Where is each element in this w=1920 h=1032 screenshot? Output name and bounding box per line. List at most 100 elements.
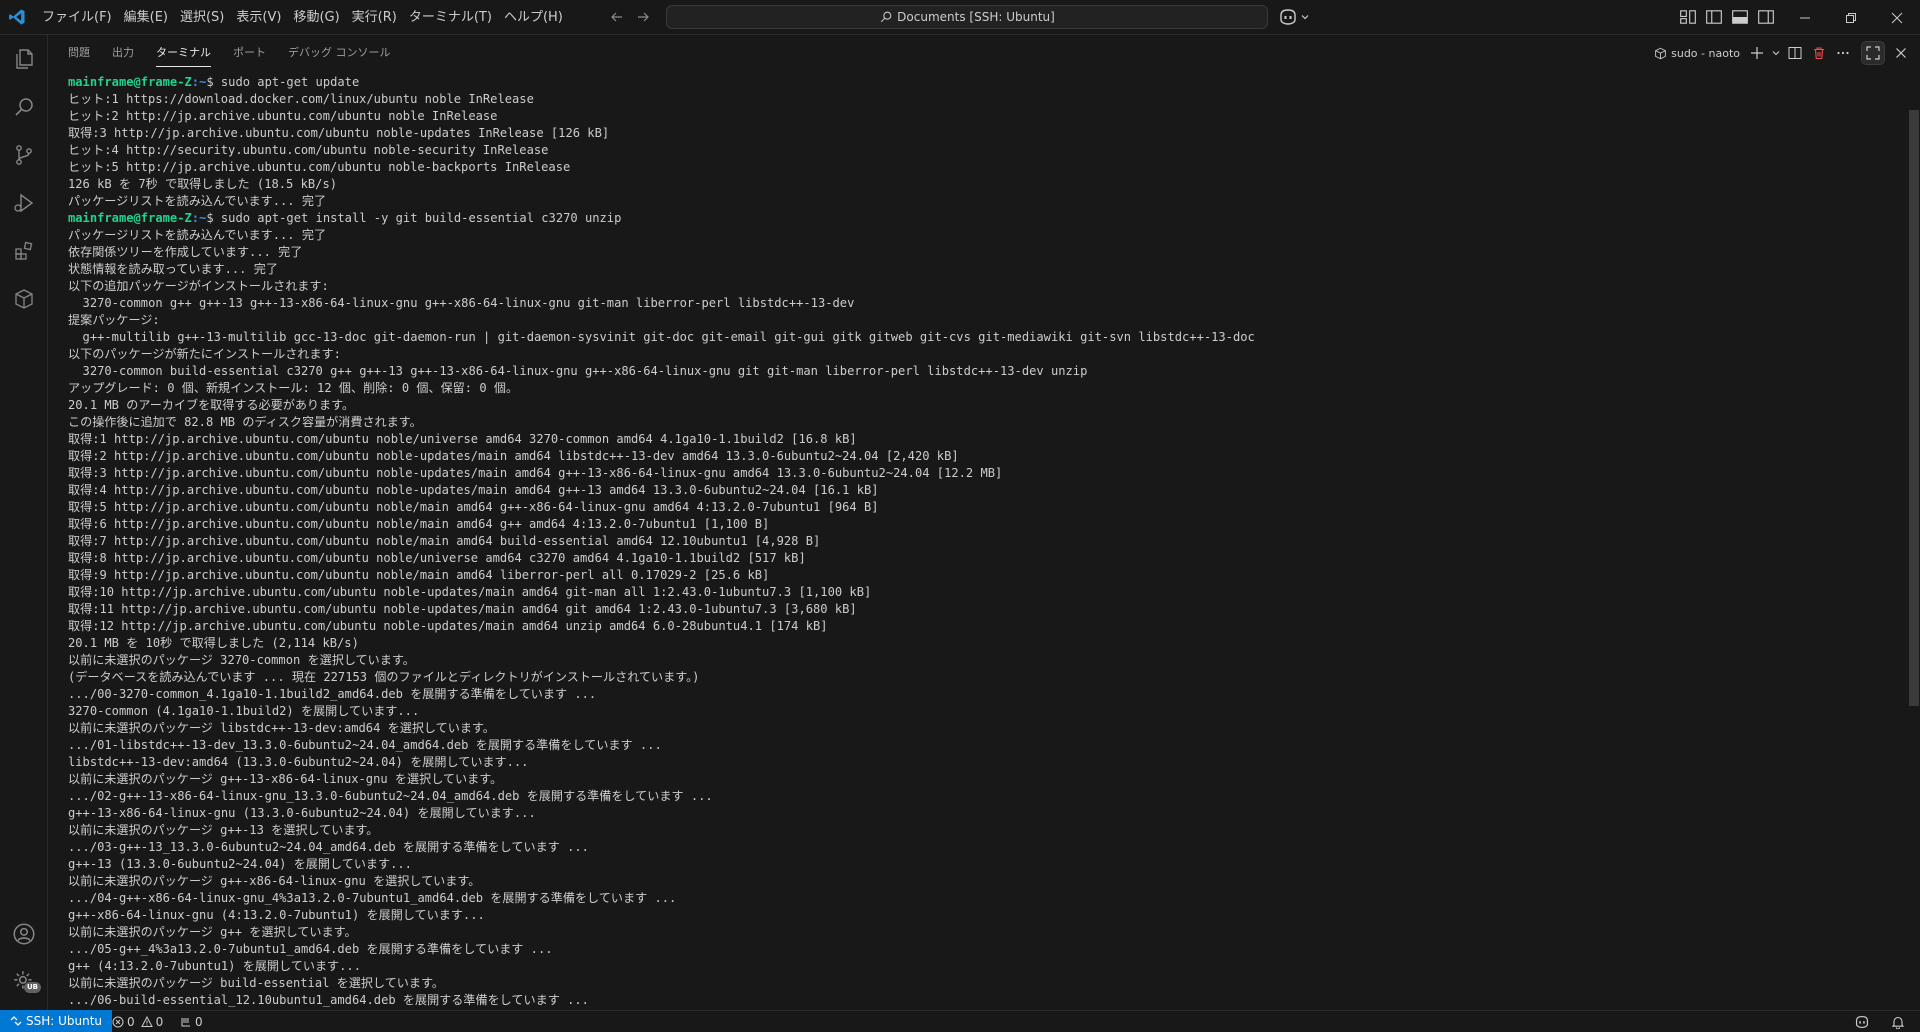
warning-icon [140,1015,153,1027]
copilot-icon [1280,9,1296,25]
toggle-panel-icon[interactable] [1731,8,1749,26]
run-debug-icon [14,193,34,213]
terminal-instance-selector[interactable]: sudo - naoto [1650,42,1744,64]
menu-help[interactable]: ヘルプ(H) [498,6,569,30]
terminal-line: この操作後に追加で 82.8 MB のディスク容量が消費されます。 [68,415,422,429]
new-terminal-button[interactable] [1746,42,1768,64]
warning-count: 0 [155,1014,164,1029]
restore-button[interactable] [1828,0,1874,35]
prompt-user: mainframe@frame-Z [68,211,192,225]
tab-debug-console[interactable]: デバッグ コンソール [288,42,391,64]
terminal-line: 取得:3 http://jp.archive.ubuntu.com/ubuntu… [68,126,610,140]
problems-status[interactable]: 0 0 [112,1011,163,1032]
terminal-line: ヒット:5 http://jp.archive.ubuntu.com/ubunt… [68,160,571,174]
more-actions-button[interactable] [1832,42,1854,64]
menu-file[interactable]: ファイル(F) [36,6,118,30]
prompt-user: mainframe@frame-Z [68,75,192,89]
back-arrow-icon[interactable] [609,9,625,25]
minimize-button[interactable] [1782,0,1828,35]
ports-status[interactable]: 0 [180,1011,203,1032]
terminal-scrollbar[interactable] [1906,76,1920,1010]
terminal-line: 取得:2 http://jp.archive.ubuntu.com/ubuntu… [68,449,959,463]
account-badge: UB [24,982,42,993]
copilot-status[interactable] [1854,1011,1870,1032]
terminal-line: 以下の追加パッケージがインストールされます: [68,279,329,293]
scrollbar-thumb[interactable] [1909,110,1919,706]
prompt-command: $ sudo apt-get install -y git build-esse… [206,211,622,225]
terminal-line: 以前に未選択のパッケージ libstdc++-13-dev:amd64 を選択し… [68,721,495,735]
terminal-line: ヒット:2 http://jp.archive.ubuntu.com/ubunt… [68,109,498,123]
forward-arrow-icon[interactable] [635,9,651,25]
close-window-button[interactable] [1874,0,1920,35]
terminal-line: 以前に未選択のパッケージ g++-13-x86-64-linux-gnu を選択… [68,772,503,786]
menu-go[interactable]: 移動(G) [287,6,345,30]
terminal-line: 状態情報を読み取っています... 完了 [68,262,278,276]
menu-view[interactable]: 表示(V) [230,6,287,30]
kill-terminal-button[interactable] [1808,42,1830,64]
menu-selection[interactable]: 選択(S) [174,6,230,30]
toggle-secondary-sidebar-icon[interactable] [1757,8,1775,26]
tab-problems[interactable]: 問題 [68,42,90,64]
terminal-line: libstdc++-13-dev:amd64 (13.3.0-6ubuntu2~… [68,755,529,769]
terminal-line: アップグレード: 0 個、新規インストール: 12 個、削除: 0 個、保留: … [68,381,519,395]
prompt-path: :~ [191,211,207,225]
terminal-line: 取得:9 http://jp.archive.ubuntu.com/ubuntu… [68,568,770,582]
close-panel-button[interactable] [1890,42,1912,64]
terminal-line: 以前に未選択のパッケージ build-essential を選択しています。 [68,976,444,990]
source-control-button[interactable] [10,141,38,169]
menu-edit[interactable]: 編集(E) [118,6,174,30]
terminal-line: 3270-common build-essential c3270 g++ g+… [68,364,1088,378]
title-bar: ファイル(F) 編集(E) 選択(S) 表示(V) 移動(G) 実行(R) ター… [0,0,1920,35]
search-view-button[interactable] [10,93,38,121]
toggle-primary-sidebar-icon[interactable] [1705,8,1723,26]
tab-ports[interactable]: ポート [233,42,266,64]
maximize-panel-button[interactable] [1861,41,1885,65]
ports-count: 0 [195,1014,203,1029]
notifications-button[interactable] [1891,1011,1905,1032]
terminal-line: g++-13-x86-64-linux-gnu (13.3.0-6ubuntu2… [68,806,536,820]
trash-icon [1814,47,1824,60]
terminal-prompt-line: mainframe@frame-Z:~$ sudo apt-get instal… [68,210,1888,227]
manage-button[interactable]: UB [10,967,42,995]
remote-label: SSH: Ubuntu [26,1014,103,1028]
close-icon [1896,48,1906,58]
copilot-menu-button[interactable] [1278,8,1310,26]
split-icon [1788,47,1802,59]
terminal-line: 以前に未選択のパッケージ g++-13 を選択しています。 [68,823,379,837]
accounts-button[interactable] [10,920,38,948]
menu-terminal[interactable]: ターミナル(T) [403,6,498,30]
menu-bar: ファイル(F) 編集(E) 選択(S) 表示(V) 移動(G) 実行(R) ター… [36,0,569,35]
maximize-icon [1866,46,1880,60]
terminal-line: 取得:6 http://jp.archive.ubuntu.com/ubuntu… [68,517,770,531]
extensions-button[interactable] [10,237,38,265]
terminal-line: .../02-g++-13-x86-64-linux-gnu_13.3.0-6u… [68,789,713,803]
port-icon [181,1017,190,1026]
files-icon [16,49,33,69]
run-debug-button[interactable] [10,189,38,217]
close-icon [1891,12,1903,23]
remote-indicator[interactable]: SSH: Ubuntu [0,1010,113,1032]
tab-output[interactable]: 出力 [112,42,134,64]
terminal-shell-icon [1655,47,1666,59]
command-center-search[interactable]: Documents [SSH: Ubuntu] [666,5,1268,29]
terminal-output[interactable]: mainframe@frame-Z:~$ sudo apt-get update… [68,74,1888,1009]
new-terminal-dropdown[interactable] [1770,42,1782,64]
terminal-line: 取得:12 http://jp.archive.ubuntu.com/ubunt… [68,619,828,633]
terminal-line: (データベースを読み込んでいます ... 現在 227153 個のファイルとディ… [68,670,700,684]
terminal-line: g++-13 (13.3.0-6ubuntu2~24.04) を展開しています.… [68,857,412,871]
restore-icon [1846,12,1856,23]
copilot-icon [1855,1015,1869,1028]
terminal-line: パッケージリストを読み込んでいます... 完了 [68,194,327,208]
activity-bar: UB [0,35,48,1010]
terminal-line: 以前に未選択のパッケージ g++ を選択しています。 [68,925,357,939]
prompt-command: $ sudo apt-get update [206,75,360,89]
explorer-button[interactable] [10,45,38,73]
menu-run[interactable]: 実行(R) [346,6,403,30]
terminal-line: .../00-3270-common_4.1ga10-1.1build2_amd… [68,687,597,701]
split-terminal-button[interactable] [1784,42,1806,64]
error-count: 0 [127,1014,135,1029]
panel-actions: sudo - naoto [1650,41,1912,65]
tab-terminal[interactable]: ターミナル [156,42,211,67]
remote-explorer-button[interactable] [10,285,38,313]
customize-layout-icon[interactable] [1679,8,1697,26]
